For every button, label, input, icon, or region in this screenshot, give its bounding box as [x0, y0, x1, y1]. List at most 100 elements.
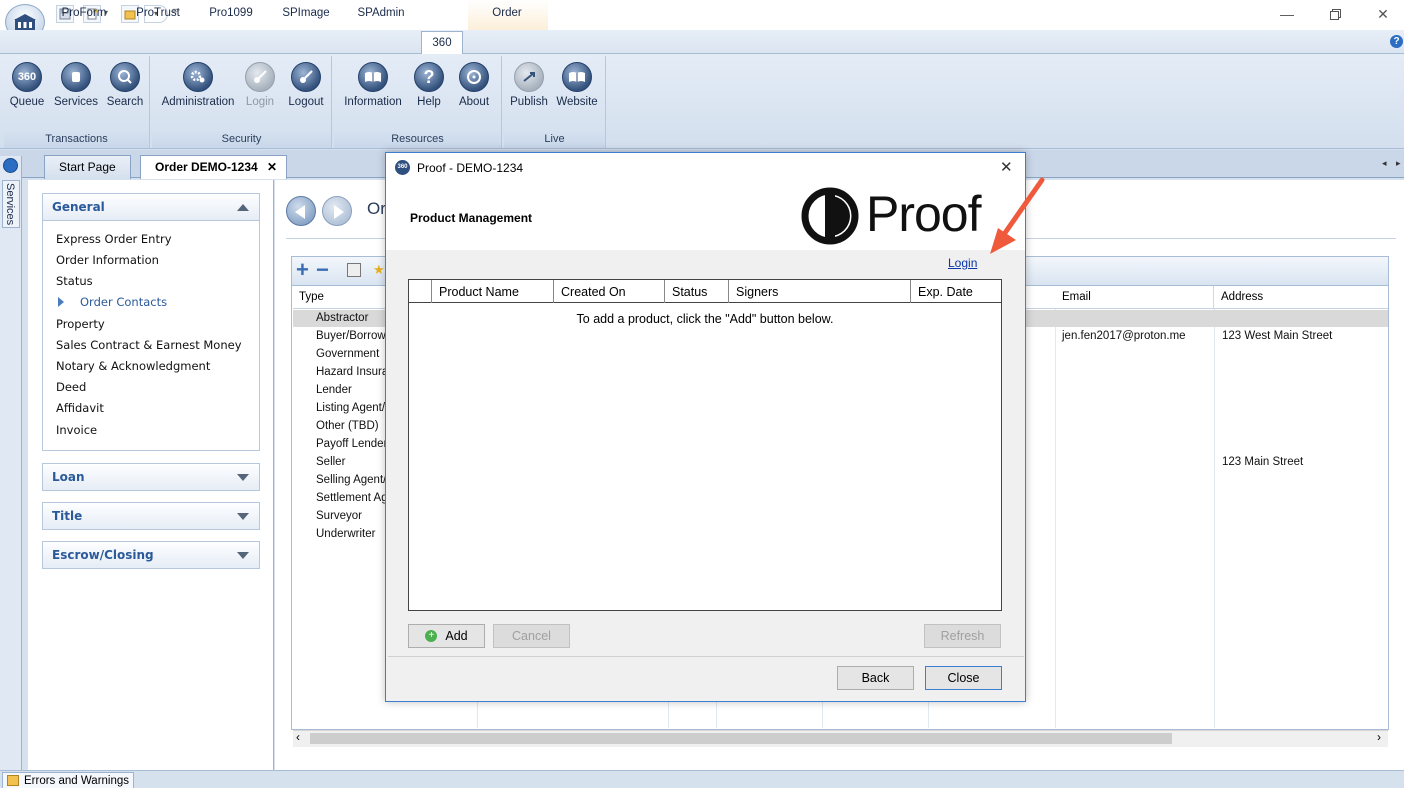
buyer-email[interactable]: jen.fen2017@proton.me: [1062, 330, 1186, 342]
about-button[interactable]: About: [454, 62, 494, 118]
nav-order-information[interactable]: Order Information: [56, 253, 159, 267]
row-type[interactable]: Other (TBD): [316, 420, 379, 432]
buyer-address[interactable]: 123 West Main Street: [1222, 330, 1332, 342]
title-section-header[interactable]: Title: [42, 502, 260, 530]
row-type[interactable]: Surveyor: [316, 510, 362, 522]
row-type[interactable]: Lender: [316, 384, 352, 396]
help-button[interactable]: ? Help: [412, 62, 446, 118]
button-label: Help: [417, 96, 441, 108]
row-type[interactable]: Seller: [316, 456, 345, 468]
close-button[interactable]: Close: [925, 666, 1002, 690]
add-button[interactable]: + Add: [408, 624, 485, 648]
proof-logo-icon: [801, 187, 859, 245]
logout-button[interactable]: Logout: [284, 62, 328, 118]
services-side-tab[interactable]: Services: [2, 180, 20, 228]
group-label: Live: [504, 130, 605, 148]
tab-spimage[interactable]: SPImage: [274, 3, 338, 24]
help-icon[interactable]: ?: [1390, 35, 1403, 48]
restore-button[interactable]: [1320, 4, 1350, 24]
close-tab-icon[interactable]: ✕: [267, 160, 277, 174]
nav-status[interactable]: Status: [56, 274, 93, 288]
column-header-email[interactable]: Email: [1056, 286, 1214, 308]
tab-order[interactable]: Order: [476, 3, 538, 24]
nav-property[interactable]: Property: [56, 317, 105, 331]
scrollbar-thumb[interactable]: [310, 733, 1172, 744]
tab-order-demo[interactable]: Order DEMO-1234: [140, 155, 287, 179]
row-type[interactable]: Payoff Lender: [316, 438, 387, 450]
tab-protrust[interactable]: ProTrust: [126, 3, 190, 24]
dialog-close-icon[interactable]: ✕: [1000, 158, 1013, 176]
scroll-tabs-left-icon[interactable]: ◂: [1382, 158, 1387, 169]
login-ribbon-button[interactable]: Login: [242, 62, 278, 118]
section-title: Loan: [52, 470, 85, 484]
row-type[interactable]: Listing Agent/: [316, 402, 385, 414]
nav-notary[interactable]: Notary & Acknowledgment: [56, 359, 210, 373]
tab-pro1099[interactable]: Pro1099: [200, 3, 262, 24]
edit-row-icon[interactable]: [347, 263, 361, 277]
back-nav-button[interactable]: [286, 196, 316, 226]
nav-sales-contract[interactable]: Sales Contract & Earnest Money: [56, 338, 242, 352]
nav-affidavit[interactable]: Affidavit: [56, 401, 104, 415]
group-label: Transactions: [4, 130, 149, 148]
administration-button[interactable]: Administration: [158, 62, 238, 118]
scroll-tabs-right-icon[interactable]: ▸: [1396, 158, 1401, 169]
publish-icon: [514, 62, 544, 92]
search-button[interactable]: Search: [104, 62, 146, 118]
row-type[interactable]: Settlement Ag: [316, 492, 388, 504]
services-side-strip[interactable]: [0, 156, 22, 788]
seller-address[interactable]: 123 Main Street: [1222, 456, 1303, 468]
scroll-right-icon[interactable]: ›: [1377, 730, 1381, 744]
tab-proform[interactable]: ProForm: [52, 3, 116, 24]
app-360-icon: 360: [395, 160, 410, 175]
general-section-header[interactable]: General: [42, 193, 260, 221]
book-icon: [358, 62, 388, 92]
information-button[interactable]: Information: [340, 62, 406, 118]
column-signers[interactable]: Signers: [736, 285, 778, 299]
scroll-left-icon[interactable]: ‹: [296, 730, 300, 744]
row-type[interactable]: Underwriter: [316, 528, 375, 540]
nav-express-order-entry[interactable]: Express Order Entry: [56, 232, 172, 246]
remove-row-icon[interactable]: −: [316, 258, 329, 282]
escrow-section-header[interactable]: Escrow/Closing: [42, 541, 260, 569]
column-product-name[interactable]: Product Name: [439, 285, 519, 299]
forward-arrow-icon: [334, 205, 344, 219]
forward-nav-button[interactable]: [322, 196, 352, 226]
row-type[interactable]: Abstractor: [316, 312, 368, 324]
errors-warnings-tab[interactable]: Errors and Warnings: [2, 772, 135, 788]
loan-section-header[interactable]: Loan: [42, 463, 260, 491]
minimize-button[interactable]: —: [1272, 4, 1302, 24]
nav-invoice[interactable]: Invoice: [56, 423, 97, 437]
back-button[interactable]: Back: [837, 666, 914, 690]
row-type[interactable]: Government: [316, 348, 379, 360]
back-arrow-icon: [295, 205, 305, 219]
header-divider: [553, 280, 554, 303]
row-type[interactable]: Hazard Insura: [316, 366, 388, 378]
refresh-button[interactable]: Refresh: [924, 624, 1001, 648]
star-icon[interactable]: ★: [373, 262, 385, 278]
queue-button[interactable]: 360 Queue: [8, 62, 46, 118]
publish-button[interactable]: Publish: [508, 62, 550, 118]
services-globe-icon[interactable]: [3, 158, 18, 173]
tab-start-page[interactable]: Start Page: [44, 155, 131, 179]
close-window-button[interactable]: ✕: [1368, 4, 1398, 24]
tab-360[interactable]: 360: [421, 31, 463, 55]
column-status[interactable]: Status: [672, 285, 707, 299]
cancel-button[interactable]: Cancel: [493, 624, 570, 648]
row-type[interactable]: Buyer/Borrow: [316, 330, 386, 342]
row-type[interactable]: Selling Agent/: [316, 474, 386, 486]
button-label: Logout: [288, 96, 324, 108]
nav-deed[interactable]: Deed: [56, 380, 86, 394]
button-label: Publish: [510, 96, 548, 108]
website-button[interactable]: Website: [554, 62, 600, 118]
column-exp-date[interactable]: Exp. Date: [918, 285, 973, 299]
services-button[interactable]: Services: [52, 62, 100, 118]
add-row-icon[interactable]: +: [296, 258, 309, 282]
login-link[interactable]: Login: [948, 256, 977, 270]
column-created-on[interactable]: Created On: [561, 285, 626, 299]
column-header-address[interactable]: Address: [1215, 286, 1388, 308]
button-label: Services: [53, 96, 99, 108]
button-label: Queue: [9, 96, 45, 108]
nav-order-contacts[interactable]: Order Contacts: [80, 295, 167, 309]
tab-spadmin[interactable]: SPAdmin: [348, 3, 414, 24]
dialog-title: Proof - DEMO-1234: [417, 161, 524, 175]
